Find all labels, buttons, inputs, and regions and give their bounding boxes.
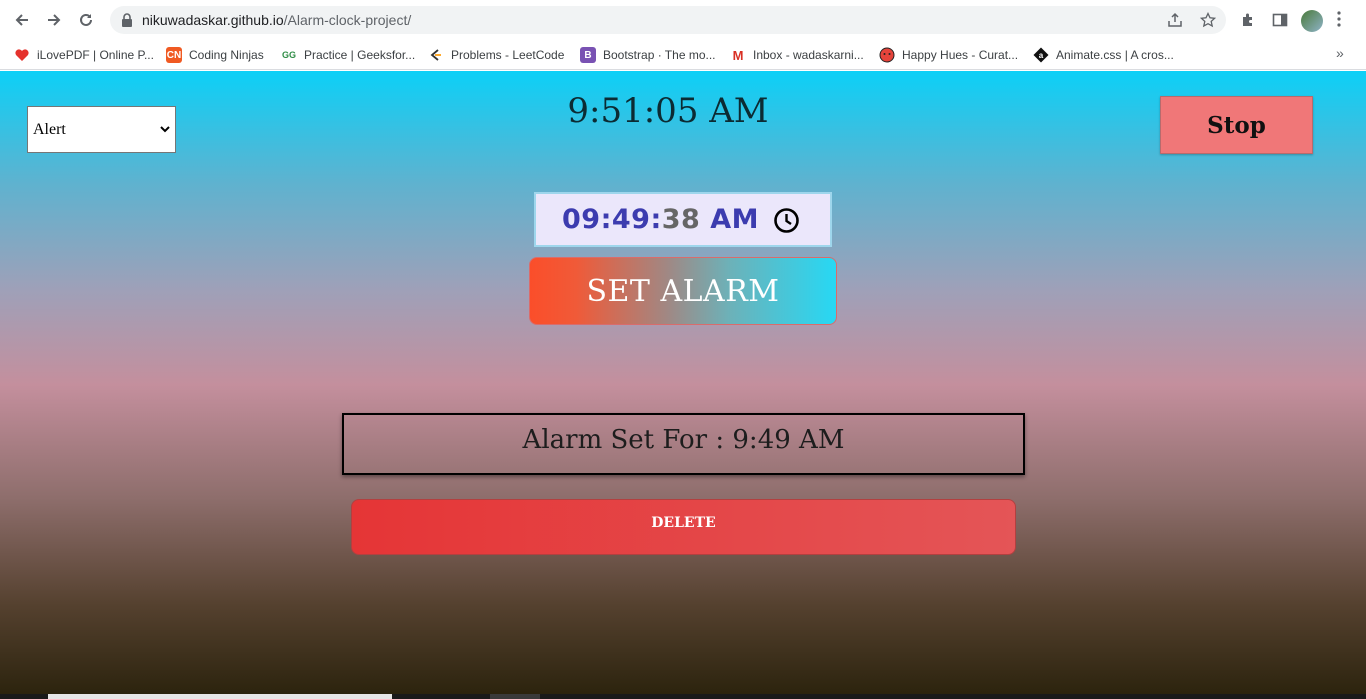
bookmark-label: iLovePDF | Online P... — [37, 48, 154, 62]
alarm-time-input[interactable]: 09:49:38 AM — [534, 192, 832, 247]
horizontal-scrollbar[interactable] — [0, 694, 1366, 699]
stop-button[interactable]: Stop — [1160, 96, 1313, 154]
animate-css-icon: a — [1033, 47, 1049, 63]
scrollbar-thumb-secondary — [490, 694, 540, 699]
address-bar[interactable]: nikuwadaskar.github.io/Alarm-clock-proje… — [110, 6, 1226, 34]
bookmarks-bar: iLovePDF | Online P... CN Coding Ninjas … — [0, 40, 1366, 70]
bookmark-label: Bootstrap · The mo... — [603, 48, 716, 62]
bookmark-gmail-inbox[interactable]: M Inbox - wadaskarni... — [730, 44, 864, 66]
alarm-app-page: Alert 9:51:05 AM Stop 09:49:38 AM SET AL… — [0, 71, 1366, 699]
heart-icon — [14, 47, 30, 63]
star-icon[interactable] — [1199, 11, 1217, 29]
set-alarm-button[interactable]: SET ALARM — [529, 257, 837, 325]
time-hours-minutes: 09:49: — [562, 204, 662, 235]
bookmark-label: Inbox - wadaskarni... — [753, 48, 864, 62]
bookmark-ilovepdf[interactable]: iLovePDF | Online P... — [14, 44, 154, 66]
profile-avatar[interactable] — [1301, 10, 1323, 32]
coding-ninjas-icon: CN — [166, 47, 182, 63]
geeksforgeeks-icon: GG — [281, 50, 296, 60]
bookmark-label: Happy Hues - Curat... — [902, 48, 1019, 62]
sound-select[interactable]: Alert — [27, 106, 176, 153]
clock-icon[interactable] — [773, 207, 800, 234]
lock-icon[interactable] — [122, 13, 132, 27]
bookmark-geeksforgeeks[interactable]: GG Practice | Geeksfor... — [281, 44, 415, 66]
time-period: AM — [710, 204, 759, 235]
bookmark-happy-hues[interactable]: Happy Hues - Curat... — [879, 44, 1018, 66]
svg-text:a: a — [1039, 51, 1044, 60]
browser-toolbar: nikuwadaskar.github.io/Alarm-clock-proje… — [0, 0, 1366, 40]
happy-hues-icon — [879, 47, 895, 63]
reload-icon[interactable] — [74, 8, 98, 32]
more-bookmarks-icon[interactable]: » — [1336, 45, 1344, 61]
side-panel-icon[interactable] — [1270, 10, 1290, 30]
sound-select-value: Alert — [33, 120, 66, 138]
gmail-icon: M — [732, 47, 744, 63]
bookmark-label: Problems - LeetCode — [451, 48, 565, 62]
current-time-display: 9:51:05 AM — [567, 91, 769, 131]
alarm-set-card: Alarm Set For : 9:49 AM — [342, 413, 1025, 475]
time-seconds: 38 — [661, 204, 701, 235]
chevron-down-icon — [160, 122, 170, 137]
bookmark-coding-ninjas[interactable]: CN Coding Ninjas — [166, 44, 264, 66]
url-text[interactable]: nikuwadaskar.github.io/Alarm-clock-proje… — [142, 12, 411, 28]
share-icon[interactable] — [1166, 11, 1184, 29]
bookmark-label: Practice | Geeksfor... — [304, 48, 416, 62]
url-host: nikuwadaskar.github.io — [142, 12, 284, 28]
bookmark-bootstrap[interactable]: B Bootstrap · The mo... — [580, 44, 716, 66]
bookmark-leetcode[interactable]: Problems - LeetCode — [428, 44, 564, 66]
leetcode-icon — [428, 47, 444, 63]
url-path: /Alarm-clock-project/ — [283, 12, 412, 28]
bookmark-label: Animate.css | A cros... — [1056, 48, 1174, 62]
bootstrap-icon: B — [580, 47, 596, 63]
scrollbar-thumb[interactable] — [48, 694, 392, 699]
back-arrow-icon[interactable] — [10, 8, 34, 32]
extensions-icon[interactable] — [1238, 10, 1258, 30]
bookmark-label: Coding Ninjas — [189, 48, 264, 62]
delete-alarm-button[interactable]: DELETE — [351, 499, 1016, 555]
time-input-value: 09:49:38 AM — [562, 204, 759, 235]
bookmark-animate-css[interactable]: a Animate.css | A cros... — [1033, 44, 1174, 66]
menu-icon[interactable] — [1336, 11, 1342, 29]
forward-arrow-icon[interactable] — [42, 8, 66, 32]
